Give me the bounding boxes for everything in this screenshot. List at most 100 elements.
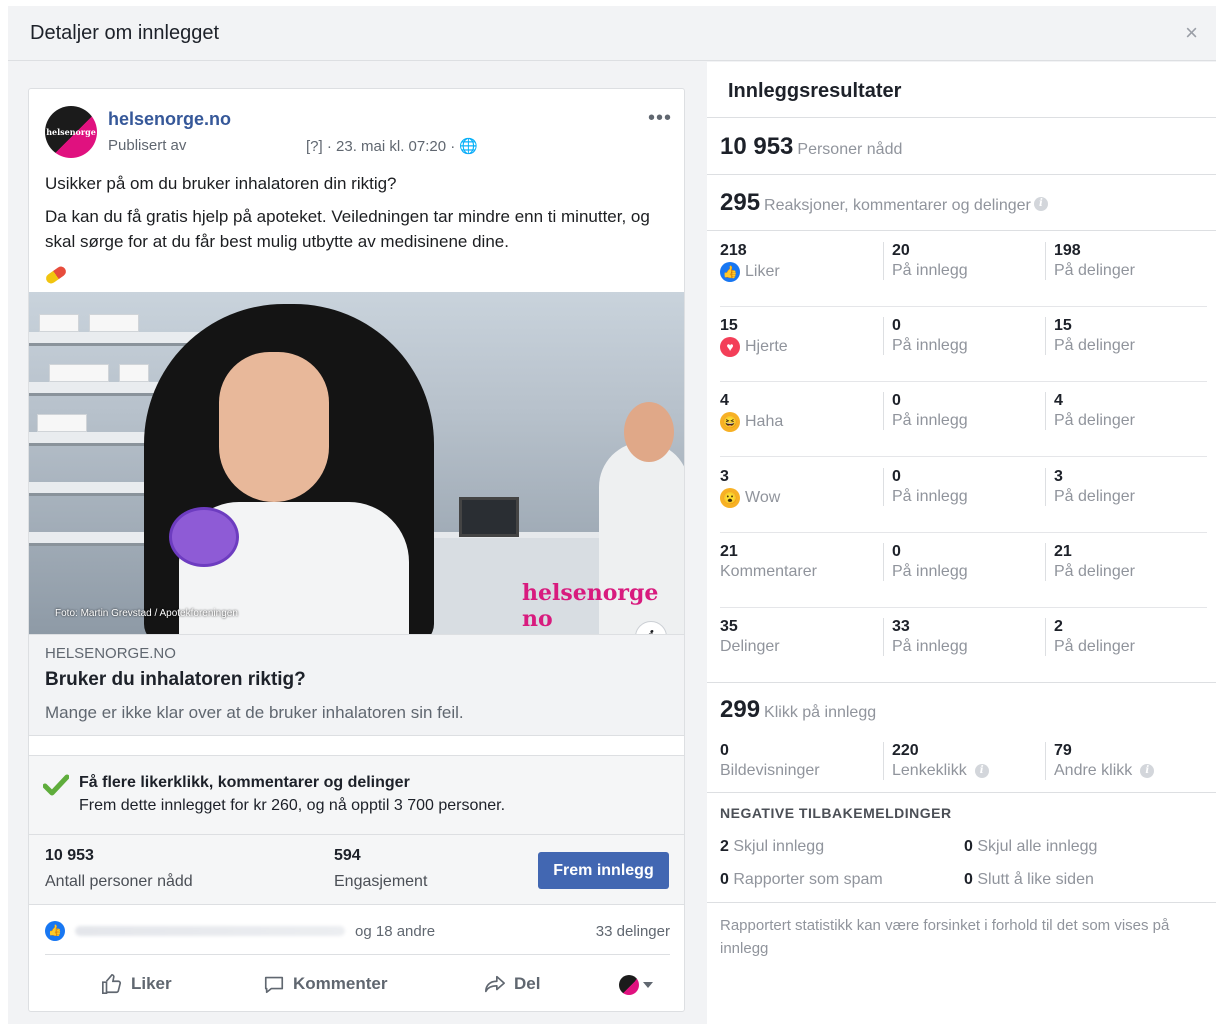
reach-label: Antall personer nådd bbox=[45, 873, 193, 890]
shelf-box bbox=[119, 364, 149, 382]
more-options-icon[interactable]: ••• bbox=[648, 107, 672, 130]
identity-selector[interactable] bbox=[619, 975, 653, 995]
shares-total-cell: 35 Delinger bbox=[720, 618, 780, 656]
on-shares-label: På delinger bbox=[1054, 337, 1135, 354]
hide-all-value: 0 bbox=[964, 838, 973, 855]
photo-views-cell: 0 Bildevisninger bbox=[720, 742, 820, 780]
info-tooltip-icon[interactable]: i bbox=[974, 764, 989, 778]
heart-icon: ♥ bbox=[720, 337, 740, 357]
comments-row: 21 Kommentarer 0 På innlegg 21 På delinger bbox=[720, 533, 1207, 608]
hide-post-stat: 2 Skjul innlegg bbox=[720, 838, 824, 856]
heart-on-post: 0 bbox=[892, 317, 901, 334]
comments-label: Kommentarer bbox=[720, 563, 817, 580]
other-clicks-cell: 79 Andre klikk i bbox=[1045, 742, 1155, 780]
shares-on-shares-cell: 2 På delinger bbox=[1045, 618, 1135, 656]
photo-views-label: Bildevisninger bbox=[720, 762, 820, 779]
photo-views: 0 bbox=[720, 742, 729, 759]
page-avatar[interactable]: helsenorge bbox=[45, 106, 97, 158]
shares-count[interactable]: 33 delinger bbox=[596, 923, 670, 940]
on-post-label: På innlegg bbox=[892, 638, 968, 655]
comments-on-shares: 21 bbox=[1054, 543, 1072, 560]
page-avatar-small bbox=[619, 975, 639, 995]
link-description: Mange er ikke klar over at de bruker inh… bbox=[45, 703, 464, 722]
comment-button[interactable]: Kommenter bbox=[263, 973, 387, 995]
page-name-link[interactable]: helsenorge.no bbox=[108, 109, 231, 130]
haha-row-label: Haha bbox=[745, 413, 784, 430]
haha-total-cell: 4 😆 Haha bbox=[720, 392, 783, 432]
shares-total: 35 bbox=[720, 618, 738, 635]
on-shares-label: På delinger bbox=[1054, 563, 1135, 580]
share-button[interactable]: Del bbox=[484, 973, 540, 995]
pill-emoji-icon bbox=[44, 264, 68, 286]
link-preview[interactable]: HELSENORGE.NO Bruker du inhalatoren rikt… bbox=[29, 634, 684, 736]
shelf-box bbox=[49, 364, 109, 382]
heart-label-row: ♥ Hjerte bbox=[720, 337, 788, 357]
post-card: helsenorge helsenorge.no Publisert av [?… bbox=[28, 88, 685, 1012]
reaction-others[interactable]: og 18 andre bbox=[355, 923, 435, 940]
post-actions: Liker Kommenter Del bbox=[29, 957, 684, 1011]
wow-row-label: Wow bbox=[745, 489, 781, 506]
shares-on-post-cell: 33 På innlegg bbox=[883, 618, 968, 656]
other-clicks-label-row: Andre klikk i bbox=[1054, 762, 1155, 780]
like-on-shares-cell: 198 På delinger bbox=[1045, 242, 1135, 280]
on-post-label: På innlegg bbox=[892, 337, 968, 354]
spam-report-value: 0 bbox=[720, 871, 729, 888]
close-icon[interactable]: × bbox=[1185, 20, 1198, 46]
engagement-total: 295 bbox=[720, 189, 761, 216]
wow-total-cell: 3 😮 Wow bbox=[720, 468, 780, 508]
reaction-row-haha: 4 😆 Haha 0 På innlegg 4 På delinger bbox=[720, 382, 1207, 457]
pharmacist-head bbox=[624, 402, 674, 462]
reaction-row-wow: 3 😮 Wow 0 På innlegg 3 På delinger bbox=[720, 458, 1207, 533]
other-clicks: 79 bbox=[1054, 742, 1072, 759]
shares-label: Delinger bbox=[720, 638, 780, 655]
heart-total-cell: 15 ♥ Hjerte bbox=[720, 317, 788, 357]
photo-credit: Foto: Martin Grevstad / Apotekforeningen bbox=[55, 608, 238, 619]
post-text-line-1: Usikker på om du bruker inhalatoren din … bbox=[45, 174, 397, 193]
boost-post-button[interactable]: Frem innlegg bbox=[538, 852, 669, 889]
like-row-label: Liker bbox=[745, 263, 780, 280]
shelf-box bbox=[39, 314, 79, 332]
wow-on-shares-cell: 3 På delinger bbox=[1045, 468, 1135, 506]
divider bbox=[707, 682, 1216, 683]
link-clicks: 220 bbox=[892, 742, 919, 759]
hide-all-label: Skjul alle innlegg bbox=[977, 838, 1098, 855]
post-details-dialog: Detaljer om innlegget × helsenorge helse… bbox=[8, 6, 1216, 1024]
like-reaction-icon: 👍 bbox=[45, 921, 65, 941]
haha-on-post-cell: 0 På innlegg bbox=[883, 392, 968, 430]
wow-on-post-cell: 0 På innlegg bbox=[883, 468, 968, 506]
divider bbox=[707, 117, 1216, 118]
heart-total: 15 bbox=[720, 317, 738, 334]
info-tooltip-icon[interactable]: i bbox=[1140, 764, 1155, 778]
post-timestamp[interactable]: [?] · 23. mai kl. 07:20 · 🌐 bbox=[306, 137, 478, 155]
like-button[interactable]: Liker bbox=[101, 973, 172, 995]
wow-icon: 😮 bbox=[720, 488, 740, 508]
like-total-cell: 218 👍 Liker bbox=[720, 242, 780, 282]
post-photo[interactable]: Foto: Martin Grevstad / Apotekforeningen… bbox=[29, 292, 684, 634]
like-on-post-cell: 20 På innlegg bbox=[883, 242, 968, 280]
dialog-header: Detaljer om innlegget × bbox=[8, 6, 1216, 61]
reach-value: 10 953 bbox=[45, 847, 94, 864]
haha-on-shares-cell: 4 På delinger bbox=[1045, 392, 1135, 430]
monitor bbox=[459, 497, 519, 537]
on-post-label: På innlegg bbox=[892, 563, 968, 580]
reactions-bar: 👍 og 18 andre 33 delinger bbox=[45, 909, 670, 955]
link-clicks-label: Lenkeklikk bbox=[892, 762, 967, 779]
other-clicks-label: Andre klikk bbox=[1054, 762, 1133, 779]
reaction-row-heart: 15 ♥ Hjerte 0 På innlegg 15 På delinger bbox=[720, 307, 1207, 382]
boost-title: Få flere likerklikk, kommentarer og deli… bbox=[79, 774, 410, 791]
clicks-total: 299 bbox=[720, 696, 761, 723]
haha-on-post: 0 bbox=[892, 392, 901, 409]
info-tooltip-icon[interactable]: i bbox=[1033, 196, 1048, 211]
haha-on-shares: 4 bbox=[1054, 392, 1063, 409]
shares-row: 35 Delinger 33 På innlegg 2 På delinger bbox=[720, 608, 1207, 683]
clicks-row: 0 Bildevisninger 220 Lenkeklikk i 79 Andre k… bbox=[720, 732, 1207, 790]
comment-label: Kommenter bbox=[293, 974, 388, 993]
clicks-summary-label: Klikk på innlegg bbox=[764, 704, 877, 721]
divider bbox=[707, 902, 1216, 903]
avatar-logo-text: helsenorge bbox=[46, 127, 96, 137]
hide-all-stat: 0 Skjul alle innlegg bbox=[964, 838, 1097, 856]
negative-feedback-title: NEGATIVE TILBAKEMELDINGER bbox=[720, 805, 952, 821]
like-total: 218 bbox=[720, 242, 747, 259]
shelf-box bbox=[89, 314, 139, 332]
post-text-line-2: Da kan du få gratis hjelp på apoteket. V… bbox=[45, 207, 650, 251]
